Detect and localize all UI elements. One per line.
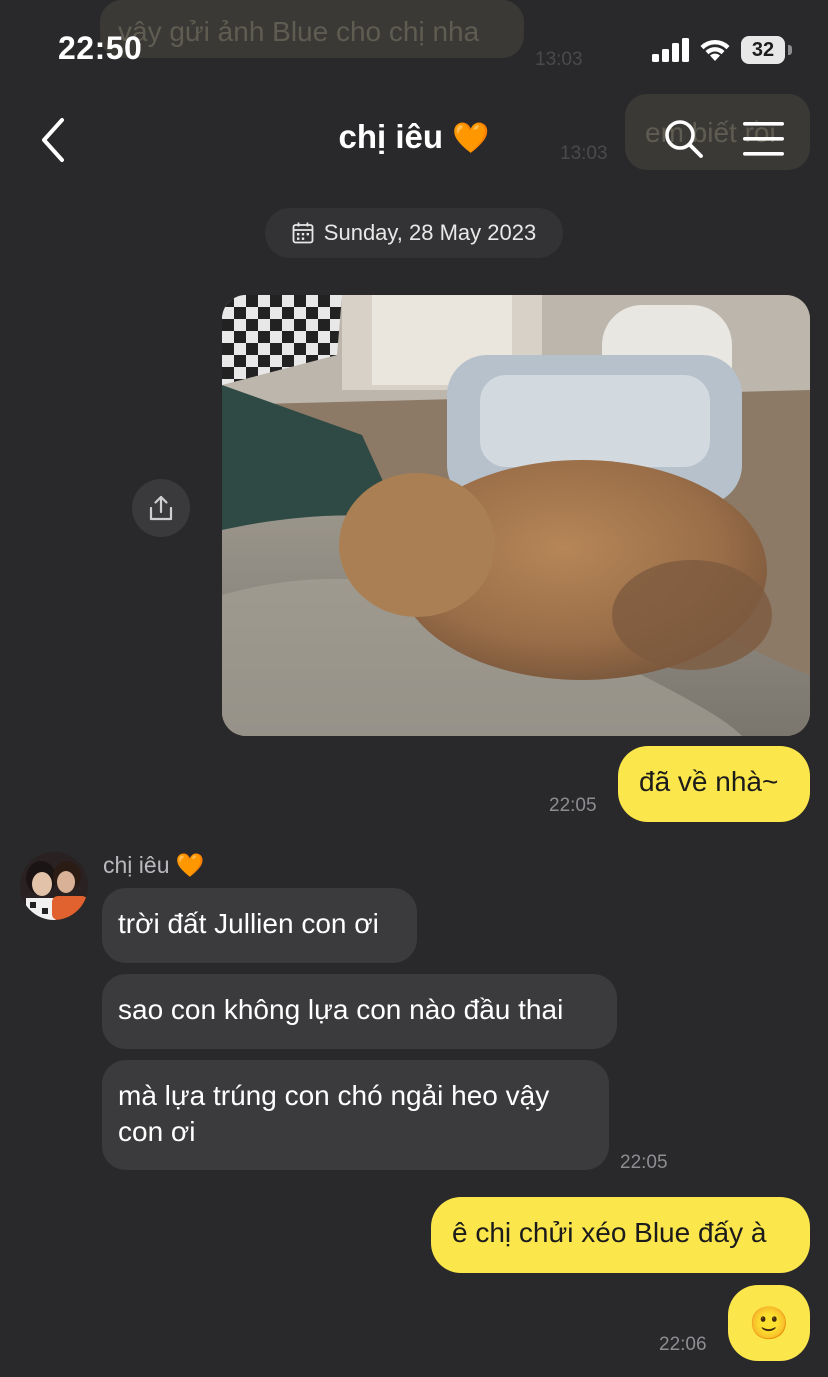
wifi-icon xyxy=(698,36,732,67)
incoming-message-text: mà lựa trúng con chó ngải heo vậy con ơi xyxy=(118,1080,550,1147)
sender-name: chị iêu 🧡 xyxy=(103,852,205,879)
shared-photo-dog[interactable] xyxy=(222,295,810,736)
orange-heart-emoji: 🧡 xyxy=(452,122,490,155)
incoming-message-text: trời đất Jullien con ơi xyxy=(118,908,379,939)
outgoing-message-bubble[interactable]: đã về nhà~ xyxy=(618,746,810,822)
cellular-signal-icon xyxy=(652,38,690,67)
battery-level: 32 xyxy=(751,38,775,61)
background-message-text: vậy gửi ảnh Blue cho chị nha xyxy=(118,16,480,47)
orange-heart-emoji: 🧡 xyxy=(175,852,205,878)
battery-icon: 32 xyxy=(741,36,785,64)
battery-tip xyxy=(788,45,792,55)
contact-avatar[interactable] xyxy=(20,852,88,920)
status-bar-time: 22:50 xyxy=(58,30,143,66)
background-message: vậy gửi ảnh Blue cho chị nha xyxy=(100,0,524,58)
date-separator: Sunday, 28 May 2023 xyxy=(265,208,563,258)
message-time: 22:06 xyxy=(659,1334,707,1355)
background-message-time: 13:03 xyxy=(535,49,583,70)
menu-icon xyxy=(743,122,784,156)
search-icon xyxy=(665,120,703,158)
outgoing-message-text: ê chị chửi xéo Blue đấy à xyxy=(452,1217,767,1248)
incoming-message-bubble[interactable]: sao con không lựa con nào đầu thai xyxy=(102,974,617,1049)
menu-button[interactable] xyxy=(743,121,785,157)
incoming-message-bubble[interactable]: trời đất Jullien con ơi xyxy=(102,888,417,963)
chat-title-text: chị iêu xyxy=(338,118,443,155)
share-button[interactable] xyxy=(132,479,190,537)
incoming-message-bubble[interactable]: mà lựa trúng con chó ngải heo vậy con ơi xyxy=(102,1060,609,1170)
outgoing-message-bubble[interactable]: ê chị chửi xéo Blue đấy à xyxy=(431,1197,810,1273)
outgoing-message-text: đã về nhà~ xyxy=(639,766,779,797)
sender-name-text: chị iêu xyxy=(103,852,170,878)
incoming-message-text: sao con không lựa con nào đầu thai xyxy=(118,994,564,1025)
message-time: 22:05 xyxy=(620,1152,668,1173)
search-button[interactable] xyxy=(663,118,705,160)
slightly-smiling-face-emoji: 🙂 xyxy=(749,1305,789,1341)
date-separator-text: Sunday, 28 May 2023 xyxy=(323,220,537,245)
share-icon xyxy=(149,495,173,521)
calendar-icon xyxy=(292,222,314,244)
outgoing-message-bubble[interactable]: 🙂 xyxy=(728,1285,810,1361)
message-time: 22:05 xyxy=(549,795,597,816)
